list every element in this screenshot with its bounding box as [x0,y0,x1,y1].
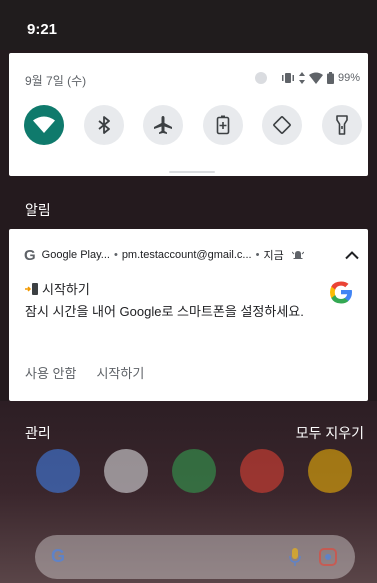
auto-rotate-tile[interactable] [262,105,303,145]
battery-percent: 99% [337,72,360,84]
google-small-icon: G [24,246,36,264]
lens-icon [319,548,337,566]
bluetooth-tile[interactable] [83,105,124,145]
notification-app: Google Play... [41,249,110,261]
data-arrows-icon [298,72,305,84]
contacts-app-icon [36,449,80,493]
home-app-row [36,449,352,493]
collapse-chevron-icon[interactable] [345,250,359,260]
qs-tiles [24,105,362,145]
wifi-icon [33,116,55,133]
google-logo-icon [330,281,352,304]
notification-header: G Google Play... • pm.testaccount@gmail.… [24,246,359,264]
qs-date[interactable]: 9월 7일 (수) [25,72,86,89]
vibrate-icon [281,73,294,83]
airplane-tile[interactable] [143,105,184,145]
battery-saver-tile[interactable] [202,105,243,145]
bluetooth-icon [98,116,110,134]
airplane-icon [154,116,173,134]
mic-icon [289,548,301,566]
google-search-bar: G [35,535,355,579]
notification-card[interactable]: G Google Play... • pm.testaccount@gmail.… [9,229,368,401]
flashlight-icon [336,115,348,135]
status-bar: 9:21 [0,0,377,50]
wifi-status-icon [308,72,323,84]
separator-dot: • [113,249,118,261]
manage-button[interactable]: 관리 [25,423,51,443]
gmail-app-icon [240,449,284,493]
battery-icon [326,72,334,84]
bell-icon [291,251,304,259]
chrome-app-icon [308,449,352,493]
dismiss-action-button[interactable]: 사용 안함 [25,363,76,382]
start-action-button[interactable]: 시작하기 [96,363,144,382]
privacy-dot-icon [254,72,267,84]
search-google-icon: G [51,546,66,566]
clear-all-button[interactable]: 모두 지우기 [296,423,364,443]
notification-title-row: 시작하기 [25,279,90,298]
phone-transfer-icon [25,282,38,295]
wifi-tile[interactable] [24,105,64,145]
separator-dot: • [255,249,260,261]
flashlight-tile[interactable] [321,105,362,145]
notification-time: 지금 [263,250,284,262]
notification-title: 시작하기 [42,282,90,297]
photos-app-icon [104,449,148,493]
notifications-header: 알림 [25,202,51,218]
status-time: 9:21 [27,21,58,38]
qs-drag-handle[interactable] [169,171,215,173]
notification-actions: 사용 안함 시작하기 [25,363,144,382]
calendar-app-icon [172,449,216,493]
notification-body: 잠시 시간을 내어 Google로 스마트폰을 설정하세요. [25,304,304,319]
quick-settings-panel: 9월 7일 (수) 99% [9,53,368,176]
auto-rotate-icon [273,116,292,134]
notification-account: pm.testaccount@gmail.c... [121,249,252,261]
battery-saver-icon [216,115,230,135]
qs-status-icons: 99% [254,72,360,84]
